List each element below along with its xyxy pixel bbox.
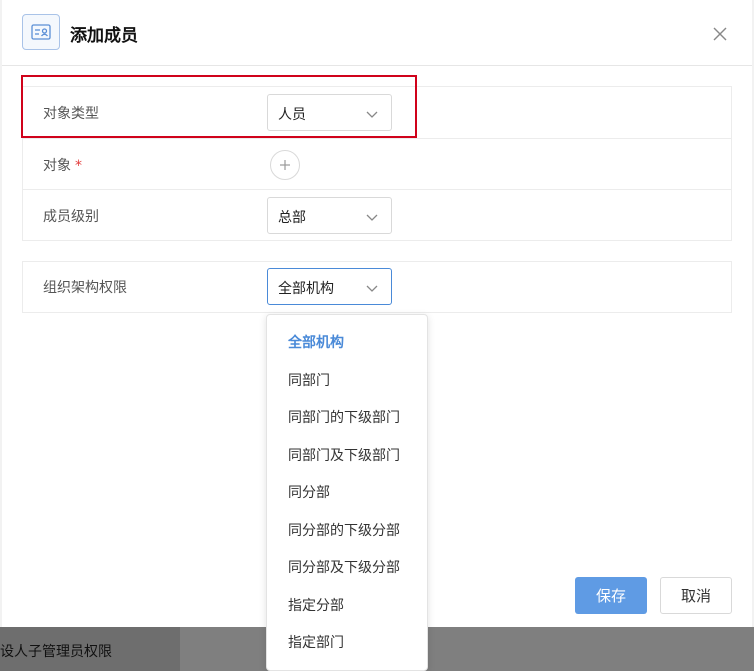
dropdown-option-all-orgs[interactable]: 全部机构	[267, 325, 427, 363]
object-type-select[interactable]: 人员	[267, 94, 392, 131]
object-type-value: 人员	[278, 107, 306, 123]
dropdown-option-specified-dept[interactable]: 指定部门	[267, 625, 427, 663]
object-type-label: 对象类型	[43, 106, 99, 122]
dropdown-option-branch-subordinates[interactable]: 同分部的下级分部	[267, 513, 427, 551]
dropdown-option-same-branch[interactable]: 同分部	[267, 475, 427, 513]
dropdown-option-specified-branch[interactable]: 指定分部	[267, 588, 427, 626]
dropdown-option-branch-and-subordinates[interactable]: 同分部及下级分部	[267, 550, 427, 588]
object-label-text: 对象	[43, 158, 71, 174]
member-level-value: 总部	[278, 210, 306, 226]
org-permission-dropdown: 全部机构 同部门 同部门的下级部门 同部门及下级部门 同分部 同分部的下级分部 …	[266, 314, 428, 671]
plus-icon	[280, 160, 290, 170]
background-bottom-text: 设人子管理员权限	[0, 644, 112, 660]
close-icon[interactable]	[708, 22, 732, 46]
chevron-down-icon	[366, 285, 378, 292]
org-permission-panel: 组织架构权限 全部机构	[22, 261, 732, 313]
row-org-permission: 组织架构权限 全部机构	[23, 262, 731, 313]
dropdown-option-dept-subordinates[interactable]: 同部门的下级部门	[267, 400, 427, 438]
chevron-down-icon	[366, 111, 378, 118]
org-permission-select[interactable]: 全部机构	[267, 268, 392, 305]
dropdown-option-dept-and-subordinates[interactable]: 同部门及下级部门	[267, 438, 427, 476]
row-object: 对象 *	[23, 138, 731, 189]
dialog-title: 添加成员	[70, 26, 138, 46]
dialog-header: 添加成员	[2, 0, 752, 66]
add-object-button[interactable]	[270, 150, 300, 180]
save-button[interactable]: 保存	[575, 577, 647, 614]
member-card-icon	[22, 14, 60, 50]
chevron-down-icon	[366, 214, 378, 221]
row-object-type: 对象类型 人员	[23, 87, 731, 138]
dropdown-option-same-dept[interactable]: 同部门	[267, 363, 427, 401]
org-permission-value: 全部机构	[278, 281, 334, 297]
org-permission-label: 组织架构权限	[43, 280, 127, 296]
member-form-panel: 对象类型 人员 对象 * 成员级别 总部	[22, 86, 732, 241]
member-level-label: 成员级别	[43, 209, 99, 225]
row-member-level: 成员级别 总部	[23, 189, 731, 240]
member-level-select[interactable]: 总部	[267, 197, 392, 234]
object-label: 对象 *	[43, 155, 82, 175]
required-star: *	[75, 158, 82, 174]
cancel-button[interactable]: 取消	[660, 577, 732, 614]
